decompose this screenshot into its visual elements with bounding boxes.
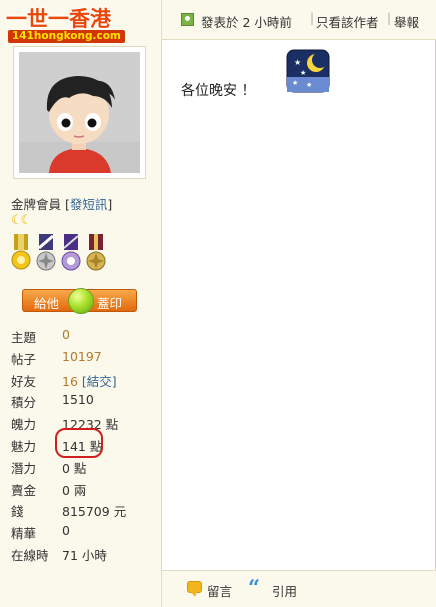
post-actions: 留言 “ 引用	[162, 570, 436, 607]
divider: |	[310, 11, 315, 25]
medal-purple-icon	[61, 234, 81, 271]
stat-label: 錢	[11, 504, 24, 520]
stat-label: 魄力	[11, 417, 37, 433]
post-time: 發表於 2 小時前	[201, 15, 292, 30]
stat-label: 帖子	[11, 351, 37, 367]
stat-row: 積分 1510	[11, 392, 161, 414]
stat-row: 賣金 0 兩	[11, 480, 161, 502]
site-logo[interactable]: 一世一香港 141hongkong.com	[4, 3, 128, 45]
quote-button[interactable]: 引用	[272, 581, 297, 600]
report-link[interactable]: 舉報	[394, 12, 419, 31]
comment-button[interactable]: 留言	[207, 581, 232, 600]
stat-label: 潛力	[11, 460, 37, 476]
level-moon-icons: ☾☾	[11, 213, 32, 228]
svg-text:★: ★	[300, 69, 306, 77]
stat-row: 在線時 71 小時	[11, 545, 161, 567]
stat-row: 潛力 0 點	[11, 458, 161, 480]
member-rank: 金牌會員 [發短訊]	[11, 197, 113, 212]
stat-value[interactable]: 16	[62, 374, 78, 389]
stat-value: 1510	[62, 392, 94, 408]
stat-row: 主題 0	[11, 327, 161, 349]
logo-domain: 141hongkong.com	[8, 30, 125, 43]
stat-label: 在線時	[11, 547, 49, 563]
add-friend-link[interactable]: [結交]	[82, 374, 117, 389]
stat-value: 0 點	[62, 460, 87, 476]
stat-value[interactable]: 0	[62, 327, 70, 342]
stat-value-wrap: 16 [結交]	[62, 371, 117, 390]
send-pm-link[interactable]: 發短訊	[70, 197, 108, 212]
author-sidebar: 一世一香港 141hongkong.com 金牌會員 [發短訊] ☾☾ 給他 蓋…	[0, 0, 162, 607]
stamp-ball-icon	[68, 288, 94, 314]
stat-label: 好友	[11, 373, 37, 389]
stat-value: 0 兩	[62, 482, 87, 498]
post-message: 各位晚安 ！	[181, 83, 256, 99]
rank-label: 金牌會員	[11, 197, 62, 212]
logo-text: 一世一香港	[6, 7, 111, 31]
stat-value[interactable]: 10197	[62, 349, 102, 364]
stat-label: 精華	[11, 526, 37, 542]
post-header: 發表於 2 小時前 | 只看該作者 | 舉報	[162, 0, 436, 40]
stat-label: 主題	[11, 330, 37, 345]
stat-value: 71 小時	[62, 547, 107, 563]
medal-gold-icon	[11, 234, 31, 270]
medal-silver-icon	[36, 234, 56, 271]
online-status-icon	[181, 13, 194, 26]
comment-bubble-icon	[187, 581, 202, 597]
give-stamp-label-left: 給他	[34, 296, 60, 311]
give-stamp-button[interactable]: 給他 蓋印	[22, 288, 137, 314]
give-stamp-label-right: 蓋印	[97, 296, 123, 311]
stat-row: 帖子 10197	[11, 349, 161, 371]
medal-bronze-icon	[86, 234, 106, 271]
avatar-frame	[13, 46, 146, 179]
divider: |	[387, 11, 392, 25]
stat-row: 錢 815709 元	[11, 501, 161, 523]
stat-row: 好友 16 [結交]	[11, 371, 161, 393]
quote-icon: “	[248, 575, 261, 600]
stat-value: 815709 元	[62, 504, 127, 520]
stat-label: 魅力	[11, 438, 37, 454]
svg-text:★: ★	[306, 81, 312, 89]
night-moon-emoticon-icon: ★ ★ ★ ★	[286, 49, 330, 93]
svg-text:★: ★	[292, 79, 298, 87]
stat-value: 0	[62, 523, 70, 539]
stat-label: 賣金	[11, 482, 37, 498]
stat-row: 精華 0	[11, 523, 161, 545]
avatar[interactable]	[19, 52, 140, 173]
highlight-circle	[55, 428, 103, 458]
stat-label: 積分	[11, 395, 37, 411]
svg-text:★: ★	[294, 58, 301, 67]
only-author-link[interactable]: 只看該作者	[316, 12, 379, 31]
